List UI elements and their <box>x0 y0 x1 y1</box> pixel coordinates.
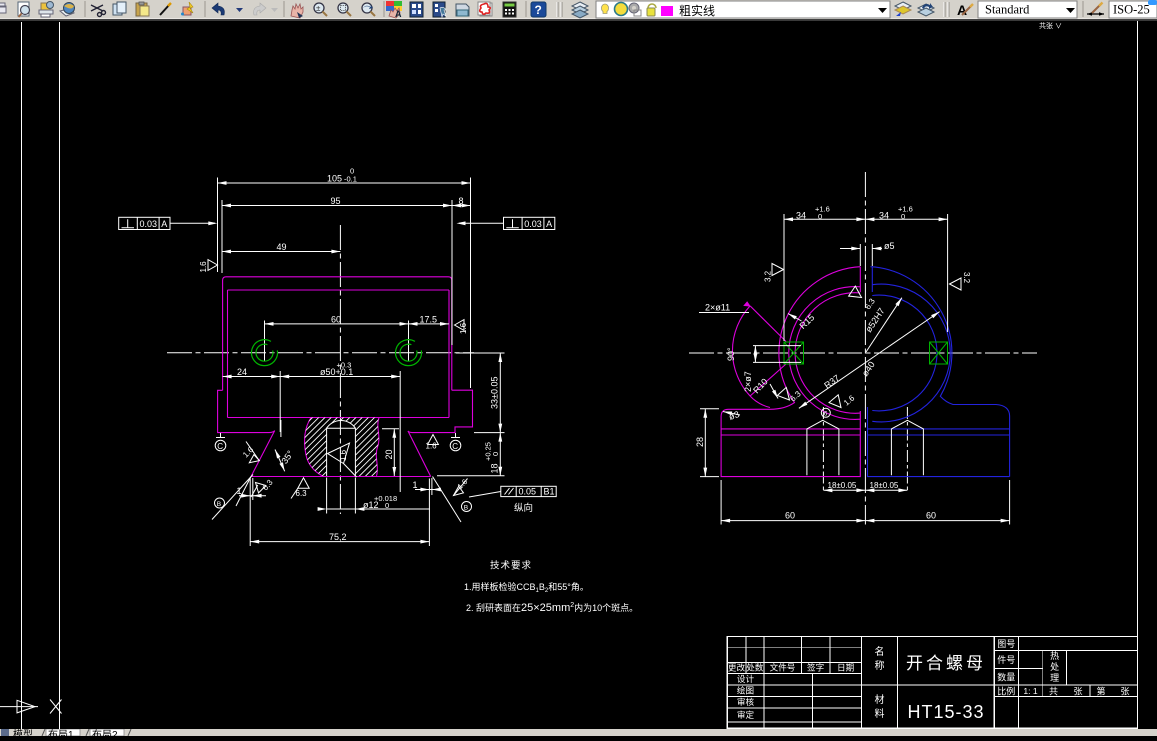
svg-text:-0.1: -0.1 <box>344 175 357 184</box>
svg-text:开合螺母: 开合螺母 <box>906 654 986 673</box>
svg-text:布局1: 布局1 <box>48 729 74 736</box>
svg-text:60: 60 <box>785 511 795 521</box>
svg-text:HT15-33: HT15-33 <box>907 702 984 722</box>
svg-text:理: 理 <box>1050 673 1059 683</box>
svg-text:1.6: 1.6 <box>199 261 208 273</box>
svg-text:95: 95 <box>331 196 341 206</box>
svg-text:0: 0 <box>385 501 389 510</box>
svg-text:+0.3: +0.3 <box>337 360 352 369</box>
svg-text:28: 28 <box>695 437 705 447</box>
svg-text:A: A <box>161 219 167 229</box>
svg-text:105: 105 <box>327 174 342 184</box>
svg-text:C: C <box>452 442 458 451</box>
svg-text:材: 材 <box>875 693 885 706</box>
svg-text:张: 张 <box>1120 686 1129 696</box>
svg-text:0.03: 0.03 <box>524 219 542 229</box>
svg-text:图号: 图号 <box>997 639 1015 649</box>
svg-text:6: 6 <box>824 410 828 417</box>
svg-text:1.6: 1.6 <box>339 449 348 461</box>
svg-text:3.2: 3.2 <box>764 270 773 282</box>
svg-text:±: ± <box>316 4 321 13</box>
svg-text:33±0.05: 33±0.05 <box>490 377 500 409</box>
svg-text:0.03: 0.03 <box>140 219 158 229</box>
svg-text:18: 18 <box>490 463 500 473</box>
svg-text:共张 ∨: 共张 ∨ <box>1039 21 1062 30</box>
svg-text:更改: 更改 <box>728 661 746 672</box>
svg-text:第: 第 <box>1096 685 1105 696</box>
svg-text:日期: 日期 <box>837 662 854 672</box>
svg-text:2×ø11: 2×ø11 <box>705 303 730 313</box>
svg-text:60: 60 <box>331 314 341 324</box>
svg-text:模型: 模型 <box>13 729 33 736</box>
svg-text:0: 0 <box>901 212 905 221</box>
svg-text:A: A <box>546 219 552 229</box>
svg-text:热: 热 <box>1050 650 1059 661</box>
svg-text:Standard: Standard <box>985 3 1030 17</box>
svg-text:审核: 审核 <box>737 696 755 707</box>
svg-text:?: ? <box>535 3 542 17</box>
svg-text:签字: 签字 <box>807 661 824 672</box>
svg-text:0: 0 <box>818 212 822 221</box>
svg-text:3.2: 3.2 <box>962 272 971 284</box>
svg-text:34: 34 <box>879 211 889 221</box>
svg-text:B: B <box>217 501 221 508</box>
svg-text:名: 名 <box>875 645 885 658</box>
svg-text:2. 刮研表面在25×25mm2内为10个斑点。: 2. 刮研表面在25×25mm2内为10个斑点。 <box>466 602 638 614</box>
svg-text:件号: 件号 <box>997 654 1015 665</box>
svg-text:绘图: 绘图 <box>737 685 754 696</box>
svg-text:90°: 90° <box>726 347 736 361</box>
svg-text:处: 处 <box>1050 661 1059 672</box>
svg-text:8: 8 <box>459 196 464 206</box>
svg-text:1: 1: 1: 1 <box>1023 686 1038 696</box>
svg-text:纵向: 纵向 <box>514 502 533 514</box>
svg-text:1.6: 1.6 <box>426 442 438 451</box>
svg-text:共: 共 <box>1049 686 1058 696</box>
svg-text:1: 1 <box>413 480 418 490</box>
svg-text:20: 20 <box>384 449 394 459</box>
svg-text:ø5: ø5 <box>884 241 895 251</box>
svg-text:+0.25: +0.25 <box>484 442 493 461</box>
svg-text:比例: 比例 <box>997 685 1015 696</box>
svg-text:A: A <box>395 9 402 19</box>
svg-text:布局2: 布局2 <box>92 729 118 736</box>
svg-text:6.3: 6.3 <box>296 489 308 498</box>
svg-text:ISO-25: ISO-25 <box>1113 3 1150 17</box>
svg-text:ø12: ø12 <box>363 500 379 510</box>
svg-text:1.6: 1.6 <box>459 322 468 334</box>
svg-text:设计: 设计 <box>737 673 755 684</box>
svg-text:0: 0 <box>350 167 354 176</box>
svg-text:B: B <box>464 504 468 511</box>
svg-text:文件号: 文件号 <box>770 661 796 672</box>
svg-text:17.5: 17.5 <box>420 314 438 324</box>
svg-text:49: 49 <box>277 242 287 252</box>
svg-text:34: 34 <box>796 211 806 221</box>
svg-text:技术要求: 技术要求 <box>490 560 532 572</box>
svg-text:称: 称 <box>875 659 885 672</box>
svg-text:18±0.05: 18±0.05 <box>870 481 899 490</box>
svg-text:B1: B1 <box>544 487 555 497</box>
svg-text:0: 0 <box>491 452 500 456</box>
svg-text:75,2: 75,2 <box>329 532 347 542</box>
svg-text:1: 1 <box>237 486 242 496</box>
svg-text:C: C <box>217 442 223 451</box>
svg-text:处数: 处数 <box>746 661 764 672</box>
svg-text:张: 张 <box>1073 686 1082 696</box>
svg-text:24: 24 <box>237 367 247 377</box>
svg-text:审定: 审定 <box>737 709 755 720</box>
svg-text:18±0.05: 18±0.05 <box>828 481 857 490</box>
svg-text:0.05: 0.05 <box>519 487 537 497</box>
svg-text:数量: 数量 <box>997 672 1015 683</box>
svg-text:60: 60 <box>926 511 936 521</box>
svg-text:粗实线: 粗实线 <box>679 3 715 18</box>
svg-text:料: 料 <box>875 707 885 720</box>
